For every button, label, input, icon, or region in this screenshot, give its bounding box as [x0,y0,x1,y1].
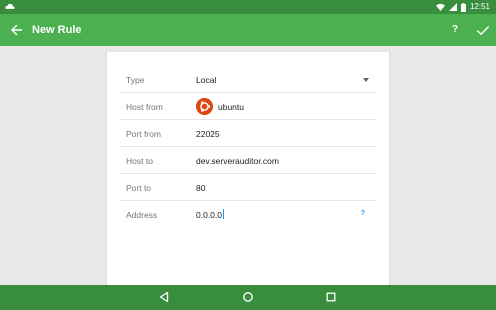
back-triangle-icon[interactable] [158,291,170,303]
host-from-row[interactable]: Host from ubuntu [119,93,377,120]
cloud-icon [5,3,15,9]
type-select[interactable]: Local [196,74,216,86]
ubuntu-icon [196,98,213,115]
text-cursor [223,209,224,219]
port-to-field[interactable]: 80 [196,182,205,194]
dropdown-arrow-icon[interactable] [363,78,369,82]
port-to-row[interactable]: Port to 80 [119,174,377,201]
battery-icon [460,2,466,12]
help-button[interactable]: ? [452,22,458,38]
host-from-label: Host from [126,102,163,112]
wifi-icon [435,3,445,11]
address-value: 0.0.0.0 [196,210,222,220]
home-circle-icon[interactable] [242,291,254,303]
address-help-button[interactable]: ? [361,210,365,217]
rule-form-card: Type Local Host from ubuntu Port from 22… [107,52,389,285]
type-label: Type [126,75,145,85]
port-from-field[interactable]: 22025 [196,128,220,140]
port-from-label: Port from [126,129,161,139]
arrow-back-icon[interactable] [10,23,24,37]
status-bar: 12:51 [0,0,496,14]
address-label: Address [126,210,158,220]
host-to-label: Host to [126,156,153,166]
host-from-value[interactable]: ubuntu [218,101,244,113]
app-bar: New Rule ? [0,14,496,46]
port-to-label: Port to [126,183,152,193]
type-row[interactable]: Type Local [119,66,377,93]
host-to-field[interactable]: dev.serverauditor.com [196,155,279,167]
navigation-bar [0,285,496,310]
host-to-row[interactable]: Host to dev.serverauditor.com [119,147,377,174]
recents-square-icon[interactable] [325,291,337,303]
address-field[interactable]: 0.0.0.0 [196,209,224,221]
port-from-row[interactable]: Port from 22025 [119,120,377,147]
signal-icon [448,3,457,11]
page-title: New Rule [32,24,82,36]
check-icon[interactable] [476,23,490,37]
status-time: 12:51 [469,2,490,11]
address-row[interactable]: Address 0.0.0.0 ? [119,201,377,228]
